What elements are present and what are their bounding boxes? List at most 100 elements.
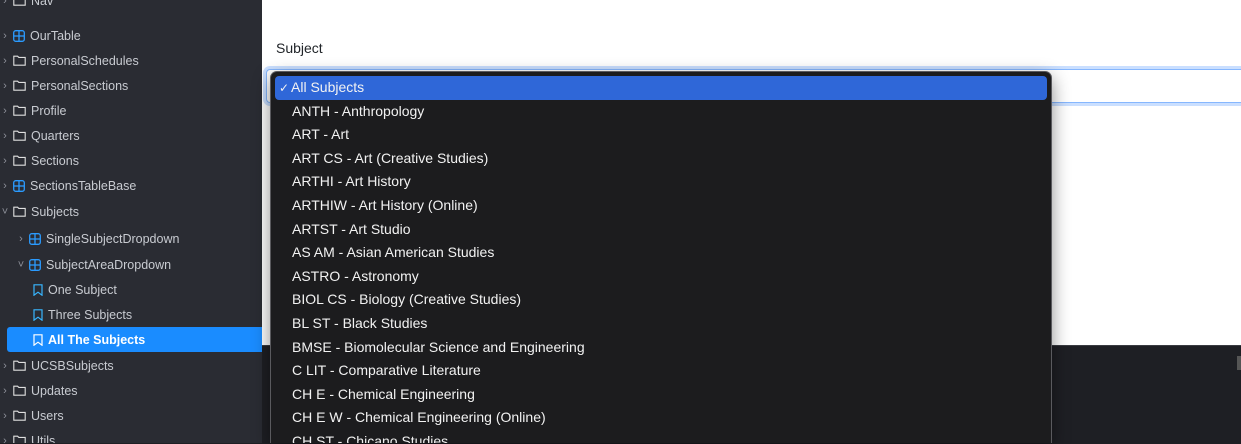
sidebar-item-utils[interactable]: › Utils <box>0 428 262 443</box>
subject-label: Subject <box>276 40 323 56</box>
sidebar-item-sectionstablebase[interactable]: › SectionsTableBase <box>0 173 262 198</box>
sidebar-item-personalschedules[interactable]: › PersonalSchedules <box>0 48 262 73</box>
chevron-right-icon[interactable]: › <box>0 105 10 117</box>
dropdown-option[interactable]: BMSE - Biomolecular Science and Engineer… <box>275 336 1047 360</box>
dropdown-option[interactable]: ARTHIW - Art History (Online) <box>275 194 1047 218</box>
dropdown-option[interactable]: C LIT - Comparative Literature <box>275 359 1047 383</box>
folder-icon <box>13 0 26 6</box>
sidebar-item-updates[interactable]: › Updates <box>0 378 262 403</box>
dropdown-option-label: BMSE - Biomolecular Science and Engineer… <box>292 338 585 355</box>
sidebar-item-three-subjects[interactable]: Three Subjects <box>0 302 262 327</box>
dropdown-option[interactable]: AS AM - Asian American Studies <box>275 241 1047 265</box>
sidebar-item-label: One Subject <box>48 282 117 297</box>
chevron-down-icon[interactable]: ˅ <box>16 259 26 271</box>
sidebar-item-profile[interactable]: › Profile <box>0 98 262 123</box>
sidebar-item-label: SubjectAreaDropdown <box>46 257 172 272</box>
component-icon <box>13 29 25 42</box>
sidebar-item-label: All The Subjects <box>48 332 146 347</box>
panel-edge-marker <box>1237 356 1241 370</box>
sidebar-item-label: Subjects <box>31 204 79 219</box>
folder-icon <box>13 410 26 421</box>
dropdown-option[interactable]: ARTHI - Art History <box>275 170 1047 194</box>
sidebar-item-quarters[interactable]: › Quarters <box>0 123 262 148</box>
dropdown-option-label: BL ST - Black Studies <box>292 314 428 331</box>
dropdown-option-label: ARTHI - Art History <box>292 173 411 190</box>
sidebar-item-nav[interactable]: › Nav <box>0 0 262 13</box>
dropdown-option-label: ART - Art <box>292 126 350 143</box>
sidebar-item-label: Nav <box>31 0 54 8</box>
sidebar-item-ucsbsubjects[interactable]: › UCSBSubjects <box>0 353 262 378</box>
dropdown-option[interactable]: ✓ All Subjects <box>275 76 1047 100</box>
dropdown-option-label: ARTST - Art Studio <box>292 220 411 237</box>
sidebar-item-singlesubjectdropdown[interactable]: › SingleSubjectDropdown <box>0 226 262 251</box>
chevron-down-icon[interactable]: ˅ <box>0 206 10 218</box>
dropdown-option-label: ARTHIW - Art History (Online) <box>292 196 478 213</box>
sidebar-item-label: PersonalSchedules <box>31 53 139 68</box>
sidebar-item-label: Profile <box>31 103 67 118</box>
dropdown-option[interactable]: ANTH - Anthropology <box>275 100 1047 124</box>
dropdown-option-label: All Subjects <box>291 79 365 95</box>
dropdown-option[interactable]: BL ST - Black Studies <box>275 312 1047 336</box>
dropdown-option-label: CH ST - Chicano Studies <box>292 432 449 443</box>
chevron-right-icon[interactable]: › <box>0 385 10 397</box>
sidebar-item-label: OurTable <box>30 28 81 43</box>
chevron-right-icon[interactable]: › <box>16 233 26 245</box>
dropdown-option[interactable]: ART CS - Art (Creative Studies) <box>275 147 1047 171</box>
dropdown-option-label: ASTRO - Astronomy <box>292 267 419 284</box>
sidebar-item-subjects[interactable]: ˅ Subjects <box>0 199 262 224</box>
chevron-right-icon[interactable]: › <box>0 410 10 422</box>
bookmark-icon <box>33 308 43 321</box>
sidebar-item-label: Users <box>31 408 64 423</box>
sidebar-item-label: Utils <box>31 433 56 444</box>
dropdown-option[interactable]: CH E - Chemical Engineering <box>275 383 1047 407</box>
dropdown-option[interactable]: CH E W - Chemical Engineering (Online) <box>275 406 1047 430</box>
sidebar-item-subjectareadropdown[interactable]: ˅ SubjectAreaDropdown <box>0 252 262 277</box>
storybook-sidebar: › Nav › OurTable › PersonalSchedules › Personal… <box>0 0 262 443</box>
sidebar-item-label: UCSBSubjects <box>31 358 114 373</box>
folder-icon <box>13 105 26 116</box>
folder-icon <box>13 206 26 217</box>
bookmark-icon <box>33 333 43 346</box>
chevron-right-icon[interactable]: › <box>0 180 10 192</box>
sidebar-item-ourtable[interactable]: › OurTable <box>0 23 262 48</box>
bookmark-icon <box>33 283 43 296</box>
folder-icon <box>13 130 26 141</box>
checkmark-icon: ✓ <box>279 81 290 95</box>
chevron-right-icon[interactable]: › <box>0 130 10 142</box>
dropdown-option[interactable]: ART - Art <box>275 123 1047 147</box>
folder-icon <box>13 360 26 371</box>
dropdown-option-label: ANTH - Anthropology <box>292 102 425 119</box>
folder-icon <box>13 155 26 166</box>
chevron-right-icon[interactable]: › <box>0 0 10 7</box>
chevron-right-icon[interactable]: › <box>0 55 10 67</box>
chevron-right-icon[interactable]: › <box>0 155 10 167</box>
sidebar-item-all-the-subjects[interactable]: All The Subjects <box>7 327 262 352</box>
dropdown-option[interactable]: ARTST - Art Studio <box>275 218 1047 242</box>
dropdown-options: ✓ All Subjects ANTH - Anthropology ART - Ar… <box>275 76 1047 443</box>
dropdown-option-label: CH E - Chemical Engineering <box>292 385 475 402</box>
dropdown-option[interactable]: ASTRO - Astronomy <box>275 265 1047 289</box>
component-icon <box>29 232 41 245</box>
sidebar-item-sections[interactable]: › Sections <box>0 148 262 173</box>
chevron-right-icon[interactable]: › <box>0 30 10 42</box>
sidebar-item-label: SectionsTableBase <box>30 178 137 193</box>
sidebar-item-personalsections[interactable]: › PersonalSections <box>0 73 262 98</box>
sidebar-item-label: PersonalSections <box>31 78 129 93</box>
sidebar-item-label: Sections <box>31 153 79 168</box>
sidebar-item-one-subject[interactable]: One Subject <box>0 277 262 302</box>
component-icon <box>13 179 25 192</box>
subject-dropdown-list[interactable]: ✓ All Subjects ANTH - Anthropology ART - Ar… <box>270 71 1052 443</box>
dropdown-option[interactable]: CH ST - Chicano Studies <box>275 430 1047 443</box>
dropdown-option-label: BIOL CS - Biology (Creative Studies) <box>292 291 522 308</box>
canvas-toolbar <box>262 0 1241 24</box>
sidebar-item-label: Updates <box>31 383 78 398</box>
folder-icon <box>13 385 26 396</box>
dropdown-option-label: CH E W - Chemical Engineering (Online) <box>292 409 546 426</box>
sidebar-item-users[interactable]: › Users <box>0 403 262 428</box>
chevron-right-icon[interactable]: › <box>0 360 10 372</box>
chevron-right-icon[interactable]: › <box>0 435 10 444</box>
dropdown-option-label: C LIT - Comparative Literature <box>292 362 481 379</box>
dropdown-option-label: ART CS - Art (Creative Studies) <box>292 149 489 166</box>
chevron-right-icon[interactable]: › <box>0 80 10 92</box>
dropdown-option[interactable]: BIOL CS - Biology (Creative Studies) <box>275 288 1047 312</box>
